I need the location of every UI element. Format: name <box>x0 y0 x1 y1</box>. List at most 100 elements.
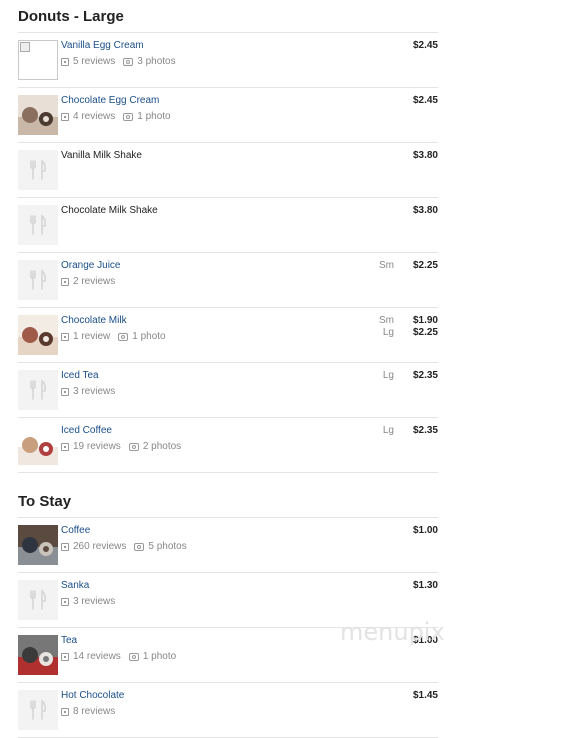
utensils-icon <box>18 580 58 620</box>
item-name-link[interactable]: Orange Juice <box>61 260 120 271</box>
item-photo[interactable] <box>18 525 58 565</box>
menu-item-row: Vanilla Egg Cream 5 reviews 3 photos $2.45 <box>18 32 438 87</box>
camera-icon <box>128 652 139 661</box>
review-icon <box>61 277 69 286</box>
section-title: To Stay <box>18 493 72 510</box>
menu-item-row: Chocolate Egg Cream 4 reviews 1 photo $2.45 <box>18 87 438 142</box>
price: $1.90 <box>412 315 438 326</box>
review-count[interactable]: 8 reviews <box>73 706 115 717</box>
utensils-icon <box>18 260 58 300</box>
review-icon <box>61 442 69 451</box>
item-sizes: Lg <box>383 425 394 437</box>
photo-count[interactable]: 5 photos <box>148 541 186 552</box>
item-meta: 19 reviews 2 photos <box>61 441 181 452</box>
item-photo[interactable] <box>18 635 58 675</box>
item-prices: $2.25 <box>413 260 438 272</box>
item-name-link[interactable]: Tea <box>61 635 77 646</box>
utensils-icon <box>18 150 58 190</box>
menu-item-row: Hot Chocolate 8 reviews $1.45 <box>18 682 438 738</box>
item-name-link[interactable]: Iced Tea <box>61 370 99 381</box>
utensils-icon <box>18 690 58 730</box>
review-icon <box>61 387 69 396</box>
photo-count[interactable]: 1 photo <box>143 651 176 662</box>
item-sizes: Lg <box>383 370 394 382</box>
review-icon <box>61 597 69 606</box>
item-prices: $1.90 $2.25 <box>413 315 438 339</box>
camera-icon <box>123 112 134 121</box>
menu-item-row: Chocolate Milk Shake $3.80 <box>18 197 438 252</box>
item-name: Vanilla Milk Shake <box>61 150 142 161</box>
item-name-link[interactable]: Sanka <box>61 580 89 591</box>
watermark: menupix <box>340 618 445 646</box>
review-icon <box>61 57 69 66</box>
item-name-link[interactable]: Vanilla Egg Cream <box>61 40 144 51</box>
photo-count[interactable]: 1 photo <box>137 111 170 122</box>
price: $1.30 <box>412 580 438 591</box>
review-count[interactable]: 3 reviews <box>73 596 115 607</box>
photo-count[interactable]: 1 photo <box>132 331 165 342</box>
item-meta: 8 reviews <box>61 706 115 717</box>
photo-count[interactable]: 2 photos <box>143 441 181 452</box>
item-name: Chocolate Milk Shake <box>61 205 158 216</box>
item-meta: 260 reviews 5 photos <box>61 541 187 552</box>
review-count[interactable]: 5 reviews <box>73 56 115 67</box>
review-icon <box>61 332 69 341</box>
item-name-link[interactable]: Hot Chocolate <box>61 690 124 701</box>
item-prices: $2.35 <box>413 425 438 437</box>
size-label: Lg <box>382 425 394 436</box>
menu-item-row: Iced Tea 3 reviews Lg $2.35 <box>18 362 438 417</box>
item-meta: 3 reviews <box>61 386 115 397</box>
size-label: Sm <box>379 260 394 271</box>
price: $3.80 <box>412 205 438 216</box>
review-count[interactable]: 2 reviews <box>73 276 115 287</box>
review-count[interactable]: 14 reviews <box>73 651 121 662</box>
item-photo[interactable] <box>18 95 58 135</box>
item-meta: 14 reviews 1 photo <box>61 651 176 662</box>
review-count[interactable]: 4 reviews <box>73 111 115 122</box>
item-prices: $3.80 <box>413 150 438 162</box>
item-meta: 4 reviews 1 photo <box>61 111 171 122</box>
item-meta: 2 reviews <box>61 276 115 287</box>
utensils-icon <box>18 370 58 410</box>
price: $2.25 <box>412 260 438 271</box>
item-name-link[interactable]: Chocolate Milk <box>61 315 127 326</box>
price: $3.80 <box>412 150 438 161</box>
review-count[interactable]: 3 reviews <box>73 386 115 397</box>
item-photo[interactable] <box>18 315 58 355</box>
item-prices: $1.45 <box>413 690 438 702</box>
item-photo[interactable] <box>18 425 58 465</box>
camera-icon <box>128 442 139 451</box>
broken-image-icon[interactable] <box>18 40 58 80</box>
item-prices: $2.45 <box>413 95 438 107</box>
review-icon <box>61 707 69 716</box>
size-label: Lg <box>382 370 394 381</box>
review-count[interactable]: 1 review <box>73 331 110 342</box>
menu-item-row: Coffee 260 reviews 5 photos $1.00 <box>18 517 438 572</box>
menu-item-row: Iced Coffee 19 reviews 2 photos Lg $2.35 <box>18 417 438 473</box>
item-name-link[interactable]: Chocolate Egg Cream <box>61 95 159 106</box>
review-icon <box>61 542 69 551</box>
price: $2.35 <box>412 370 438 381</box>
item-name-link[interactable]: Coffee <box>61 525 90 536</box>
price: $1.00 <box>412 525 438 536</box>
size-label: Sm <box>379 315 394 326</box>
review-count[interactable]: 19 reviews <box>73 441 121 452</box>
menu-item-row: Orange Juice 2 reviews Sm $2.25 <box>18 252 438 307</box>
menu-item-row: Chocolate Milk 1 review 1 photo Sm Lg $1.90 $2… <box>18 307 438 362</box>
price: $1.45 <box>412 690 438 701</box>
photo-count[interactable]: 3 photos <box>137 56 175 67</box>
utensils-icon <box>18 205 58 245</box>
item-sizes: Sm <box>379 260 394 272</box>
price: $2.25 <box>412 327 438 338</box>
review-count[interactable]: 260 reviews <box>73 541 126 552</box>
item-prices: $1.30 <box>413 580 438 592</box>
item-meta: 5 reviews 3 photos <box>61 56 176 67</box>
item-meta: 1 review 1 photo <box>61 331 166 342</box>
item-name-link[interactable]: Iced Coffee <box>61 425 112 436</box>
size-label: Lg <box>382 327 394 338</box>
item-prices: $1.00 <box>413 525 438 537</box>
price: $2.35 <box>412 425 438 436</box>
menu-item-row: Vanilla Milk Shake $3.80 <box>18 142 438 197</box>
item-prices: $2.35 <box>413 370 438 382</box>
item-prices: $2.45 <box>413 40 438 52</box>
